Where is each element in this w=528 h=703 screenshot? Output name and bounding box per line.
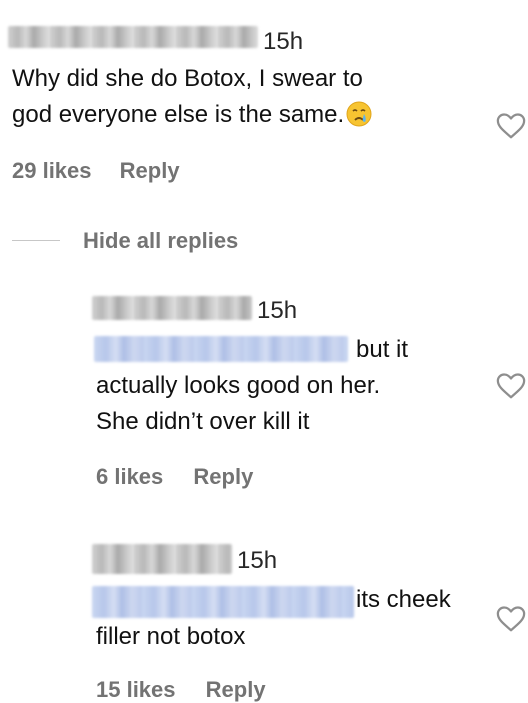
likes-count[interactable]: 15 likes [96,677,176,702]
username-redacted[interactable] [92,544,232,574]
reply-text-line2: filler not botox [96,623,246,650]
reply-timestamp: 15h [237,547,278,574]
reply-button[interactable]: Reply [206,677,266,702]
reply-meta: 15 likes Reply [96,677,266,703]
heart-icon[interactable] [496,605,526,633]
mention-redacted[interactable] [92,586,354,618]
reply-text-line1: its cheek [356,586,451,613]
reply-2: 15h its cheek filler not botox 15 likes … [0,0,528,703]
